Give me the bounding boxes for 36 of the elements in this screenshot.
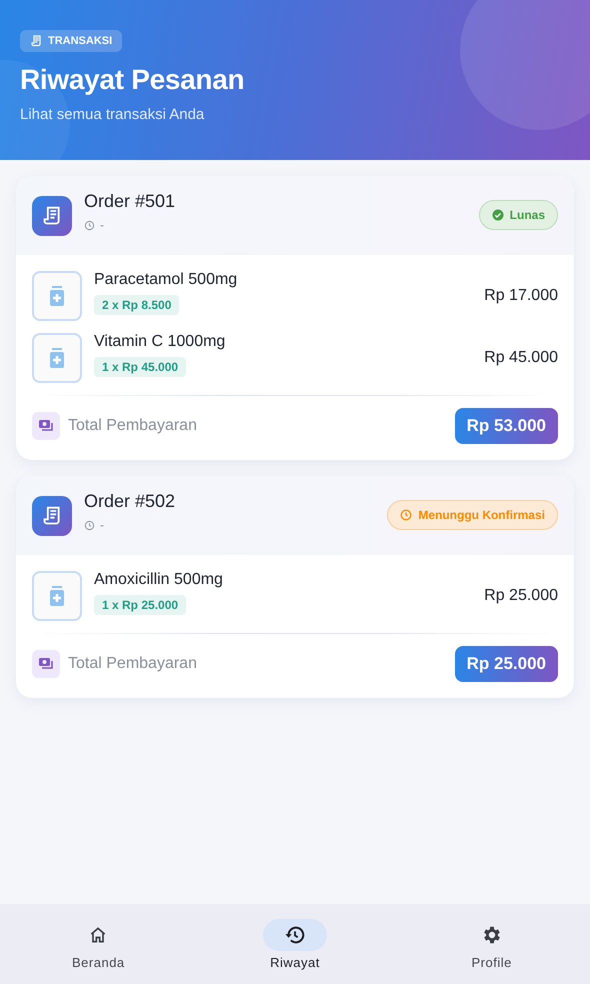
total-amount: Rp 53.000	[454, 408, 558, 444]
order-time: -	[100, 518, 104, 532]
order-time: -	[100, 218, 104, 232]
total-amount: Rp 25.000	[454, 646, 558, 682]
total-label: Total Pembayaran	[68, 655, 198, 673]
nav-item[interactable]: Beranda	[0, 904, 197, 984]
order-title: Order #502	[84, 491, 176, 512]
item-name: Vitamin C 1000mg	[94, 333, 226, 351]
medicine-icon	[32, 571, 82, 621]
badge-label: TRANSAKSI	[48, 35, 112, 47]
item-subtotal: Rp 25.000	[484, 587, 558, 605]
item-subtotal: Rp 17.000	[484, 287, 558, 305]
money-icon	[32, 412, 60, 440]
item-quantity: 2 x Rp 8.500	[94, 295, 180, 315]
item-name: Paracetamol 500mg	[94, 271, 238, 289]
money-icon	[32, 650, 60, 678]
clock-icon	[84, 520, 95, 530]
status-badge: Lunas	[478, 200, 558, 230]
order-title: Order #501	[84, 191, 176, 212]
nav-item[interactable]: Profile	[393, 904, 590, 984]
status-badge: Menunggu Konfirmasi	[387, 500, 558, 530]
item-name: Amoxicillin 500mg	[94, 571, 223, 589]
item-subtotal: Rp 45.000	[484, 349, 558, 367]
history-icon	[284, 924, 306, 946]
medicine-icon	[32, 271, 82, 321]
page-subtitle: Lihat semua transaksi Anda	[20, 106, 206, 123]
receipt-icon	[32, 496, 72, 536]
medicine-icon	[32, 333, 82, 383]
receipt-icon	[32, 196, 72, 236]
total-label: Total Pembayaran	[68, 417, 198, 435]
clock-icon	[84, 220, 95, 230]
item-quantity: 1 x Rp 45.000	[94, 357, 186, 377]
receipt-icon	[31, 35, 43, 47]
item-quantity: 1 x Rp 25.000	[94, 595, 186, 615]
page-title: Riwayat Pesanan	[20, 64, 246, 96]
nav-item[interactable]: Riwayat	[196, 904, 394, 984]
